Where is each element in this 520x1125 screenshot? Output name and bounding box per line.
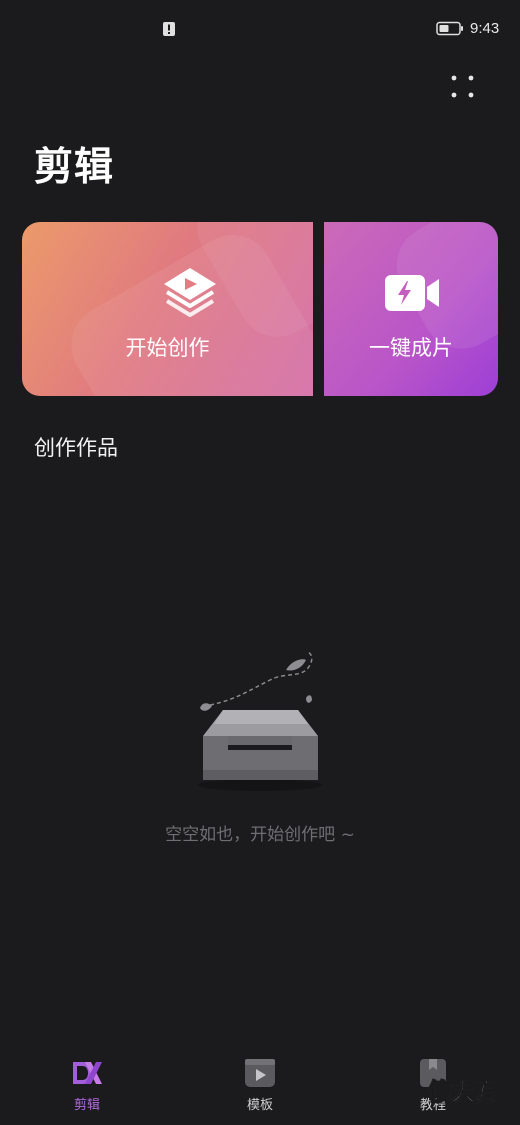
edit-icon [73,1062,102,1084]
status-time: 9:43 [470,20,500,37]
one-click-video-button[interactable]: 一键成片 [324,222,498,396]
video-flash-icon [385,275,439,311]
works-section-title: 创作作品 [34,436,118,460]
watermark-first-char: 傻 [428,1078,453,1107]
status-bar: 9:43 [0,0,520,58]
watermark-logo: 傻大方 [428,1072,499,1107]
battery-icon [436,21,463,36]
start-creating-label: 开始创作 [125,336,210,360]
watermark-rest: 大方 [451,1078,499,1107]
template-icon [245,1059,275,1087]
nav-tab-edit[interactable]: 剪辑 [27,1050,147,1120]
page-title: 剪辑 [34,145,115,190]
alert-icon [163,22,175,36]
layers-play-icon [164,268,216,317]
one-click-video-label: 一键成片 [369,336,453,360]
start-creating-button[interactable]: 开始创作 [22,222,313,396]
nav-tab-template[interactable]: 模板 [200,1050,320,1120]
more-dots-icon[interactable] [446,70,480,104]
nav-label-edit: 剪辑 [73,1098,100,1113]
empty-state-text: 空空如也，开始创作吧 ~ [165,825,355,845]
nav-label-template: 模板 [246,1098,273,1113]
empty-box-icon [198,651,322,791]
